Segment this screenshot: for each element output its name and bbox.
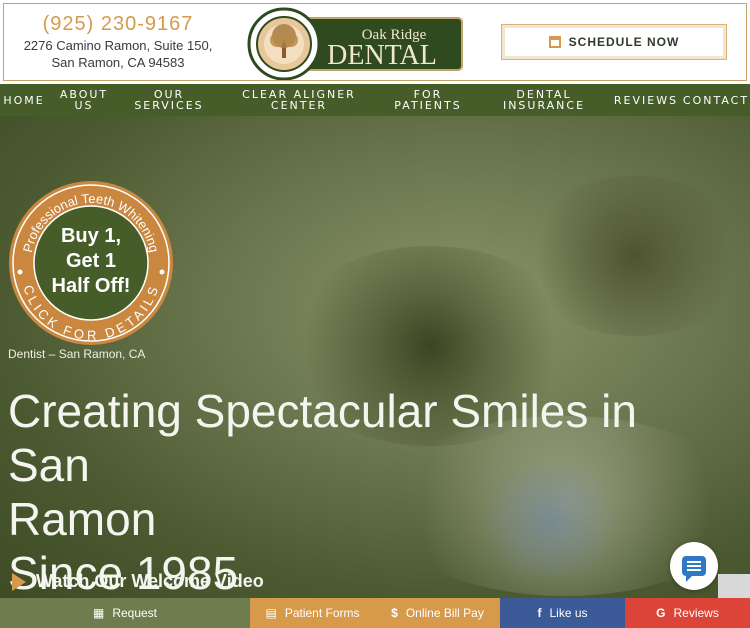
promo-line-3: Half Off! [52, 275, 131, 297]
nav-home[interactable]: HOME [0, 84, 48, 116]
nav-home-label: HOME [3, 93, 45, 107]
nav-patients-label-2: PATIENTS [394, 99, 462, 112]
headline-line-2: Ramon [8, 493, 157, 545]
main-nav: HOME ABOUT US OUR SERVICES CLEAR ALIGNER CE… [0, 84, 750, 116]
chat-widget-button[interactable] [670, 542, 718, 590]
facebook-like-button[interactable]: f Like us [500, 598, 625, 628]
nav-reviews-label: REVIEWS [613, 93, 679, 107]
dollar-icon: $ [391, 606, 398, 620]
hero-caption: Dentist – San Ramon, CA [8, 347, 146, 361]
request-button[interactable]: ▦ Request [0, 598, 250, 628]
watch-video-label: Watch Our Welcome Video [36, 571, 264, 591]
calendar-icon: ▦ [92, 606, 105, 620]
nav-about-label-2: US [74, 99, 94, 112]
nav-dental-insurance[interactable]: DENTAL INSURANCE [500, 84, 588, 116]
nav-insurance-label-2: INSURANCE [502, 99, 586, 112]
nav-reviews[interactable]: REVIEWS [612, 84, 680, 116]
document-icon: ▤ [265, 606, 277, 620]
chat-icon [682, 556, 706, 582]
promo-line-2: Get 1 [66, 250, 116, 272]
whitening-promo-badge[interactable]: Professional Teeth Whitening CLICK FOR D… [8, 180, 174, 346]
logo-graphic: Oak Ridge DENTAL [247, 7, 463, 81]
reviews-label: Reviews [673, 606, 719, 620]
nav-for-patients[interactable]: FOR PATIENTS [390, 84, 466, 116]
schedule-now-button[interactable]: SCHEDULE NOW [501, 24, 727, 60]
online-bill-pay-button[interactable]: $ Online Bill Pay [375, 598, 500, 628]
address-line-1: 2276 Camino Ramon, Suite 150, [23, 38, 213, 53]
calendar-icon [548, 36, 561, 48]
phone-number[interactable]: (925) 230-9167 [4, 13, 232, 36]
like-us-label: Like us [549, 606, 588, 620]
recaptcha-badge[interactable] [718, 574, 750, 598]
schedule-now-label: SCHEDULE NOW [568, 35, 680, 49]
play-icon [12, 572, 26, 591]
svg-text:DENTAL: DENTAL [327, 40, 437, 71]
google-icon: G [656, 606, 666, 620]
nav-about-us[interactable]: ABOUT US [56, 84, 112, 116]
facebook-icon: f [537, 606, 542, 620]
nav-clear-aligner-center[interactable]: CLEAR ALIGNER CENTER [240, 84, 358, 116]
request-label: Request [112, 606, 158, 620]
nav-services-label-2: SERVICES [134, 99, 204, 112]
promo-badge-graphic: Professional Teeth Whitening CLICK FOR D… [9, 181, 173, 345]
bottom-action-bar: ▦ Request ▤ Patient Forms $ Online Bill … [0, 598, 750, 628]
hero-headline: Creating Spectacular Smiles in San Ramon… [8, 384, 728, 600]
patient-forms-button[interactable]: ▤ Patient Forms [250, 598, 375, 628]
watch-video-link[interactable]: Watch Our Welcome Video [12, 571, 264, 592]
site-logo[interactable]: Oak Ridge DENTAL [244, 6, 464, 81]
address-line-2: San Ramon, CA 94583 [51, 55, 185, 70]
bill-pay-label: Online Bill Pay [405, 606, 484, 620]
nav-aligner-label-2: CENTER [270, 99, 328, 112]
promo-line-1: Buy 1, [61, 225, 121, 247]
google-reviews-button[interactable]: G Reviews [625, 598, 750, 628]
site-header: (925) 230-9167 2276 Camino Ramon, Suite … [3, 3, 747, 81]
patient-forms-label: Patient Forms [284, 606, 360, 620]
nav-our-services[interactable]: OUR SERVICES [130, 84, 208, 116]
nav-contact[interactable]: CONTACT [682, 84, 750, 116]
nav-contact-label: CONTACT [682, 93, 750, 107]
headline-line-1: Creating Spectacular Smiles in San [8, 385, 637, 491]
address: 2276 Camino Ramon, Suite 150, San Ramon,… [4, 37, 232, 71]
